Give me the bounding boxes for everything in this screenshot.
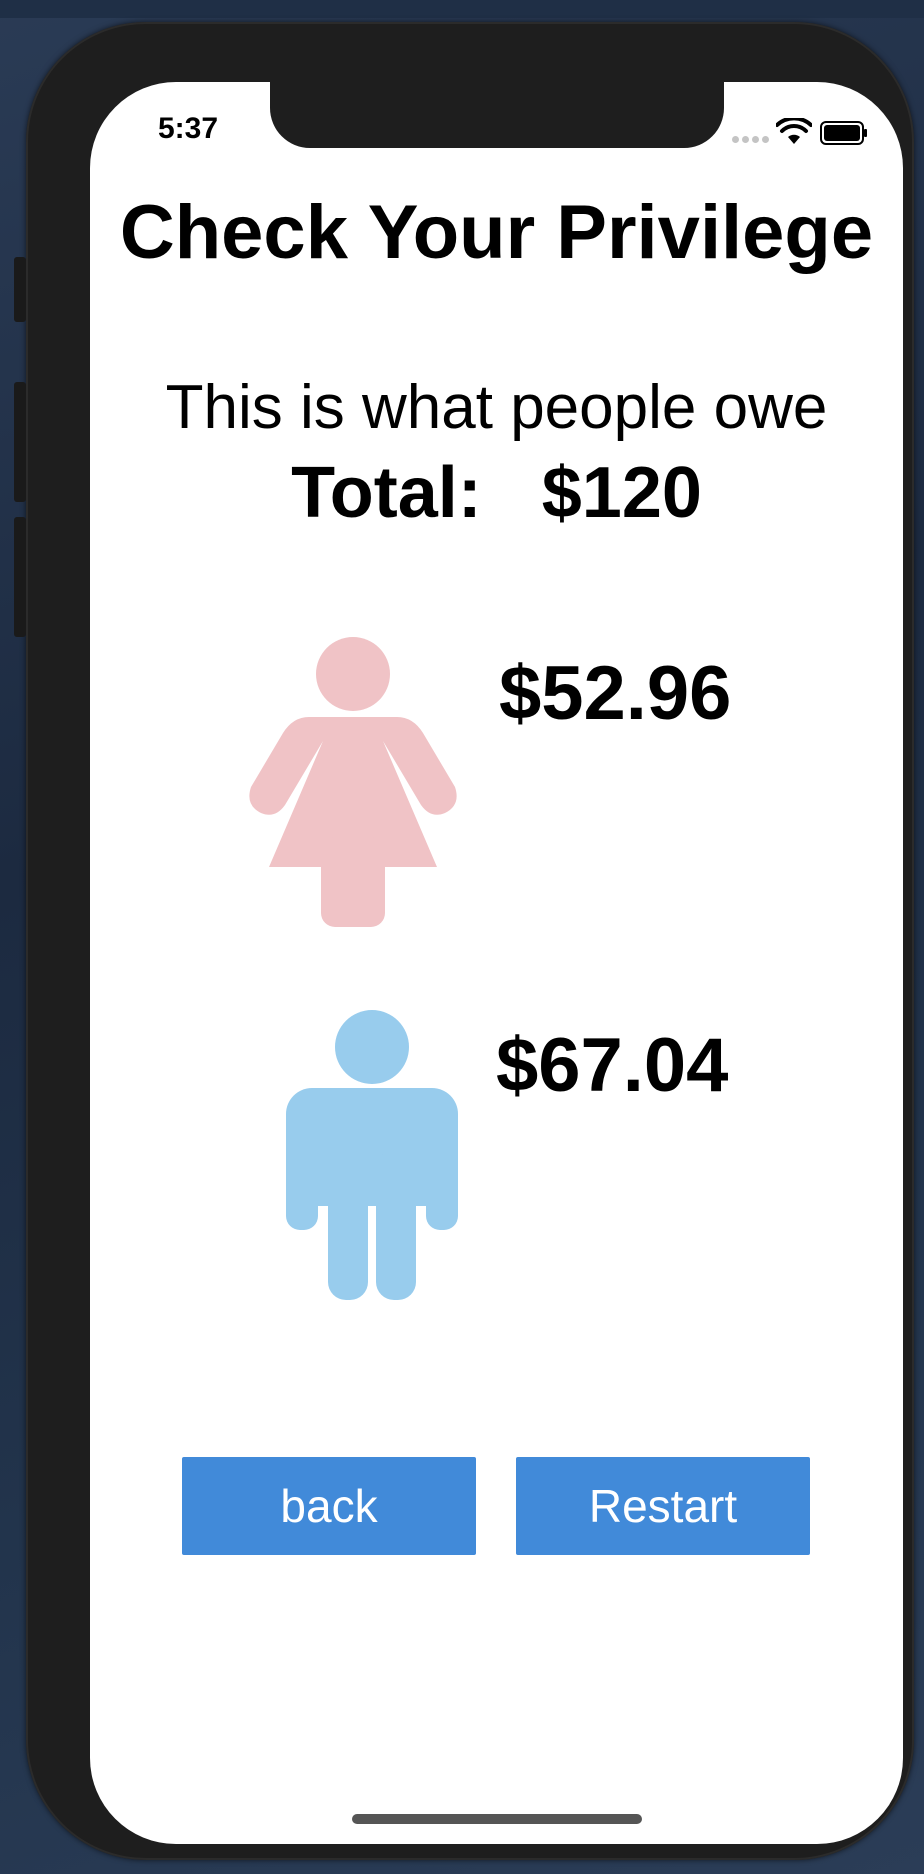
volume-down-button	[14, 517, 26, 637]
page-title: Check Your Privilege	[119, 190, 874, 275]
total-label: Total:	[291, 453, 482, 533]
mute-switch	[14, 257, 26, 322]
home-indicator[interactable]	[352, 1814, 642, 1824]
volume-up-button	[14, 382, 26, 502]
total-value: $120	[541, 453, 702, 533]
device-notch	[270, 82, 724, 148]
male-person-icon	[286, 1010, 458, 1300]
status-time: 5:37	[158, 112, 219, 145]
wifi-icon	[776, 118, 812, 144]
battery-icon	[820, 121, 867, 145]
signal-icon	[732, 136, 769, 143]
app-screen: 5:37 Check Your Privilege This is what p…	[90, 82, 903, 1844]
phone-frame: 5:37 Check Your Privilege This is what p…	[14, 22, 914, 1860]
back-button[interactable]: back	[182, 1457, 476, 1555]
restart-button[interactable]: Restart	[516, 1457, 810, 1555]
page-subtitle: This is what people owe	[165, 373, 828, 442]
total-row: Total: $120	[90, 452, 903, 534]
desktop-background-strip	[0, 0, 924, 18]
female-amount: $52.96	[499, 651, 732, 736]
male-amount: $67.04	[496, 1023, 729, 1108]
female-person-icon	[249, 637, 457, 927]
